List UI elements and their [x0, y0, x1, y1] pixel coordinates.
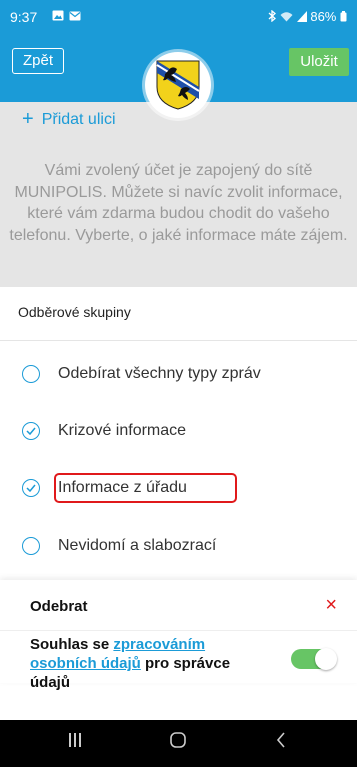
- section-title: Odběrové skupiny: [18, 304, 131, 320]
- radio-unchecked-icon[interactable]: [22, 537, 40, 555]
- coat-of-arms-icon: [156, 60, 200, 110]
- close-icon[interactable]: ×: [325, 594, 337, 617]
- navigation-bar: [0, 720, 357, 767]
- toggle-knob: [315, 648, 337, 670]
- option-all-messages[interactable]: Odebírat všechny typy zpráv: [22, 360, 261, 388]
- municipality-logo: [145, 52, 211, 118]
- divider: [0, 630, 357, 631]
- battery-percent: 86%: [310, 9, 337, 24]
- wifi-icon: [280, 12, 293, 22]
- recents-icon[interactable]: [68, 732, 82, 753]
- status-right-icons: 86%: [268, 9, 347, 24]
- bluetooth-icon: [269, 9, 277, 23]
- option-visually-impaired[interactable]: Nevidomí a slabozrací: [22, 532, 216, 560]
- back-button[interactable]: Zpět: [12, 48, 64, 74]
- save-button[interactable]: Uložit: [289, 48, 349, 76]
- add-street-label: Přidat ulici: [41, 111, 116, 128]
- home-icon[interactable]: [170, 732, 186, 753]
- option-label: Krizové informace: [58, 422, 187, 439]
- footer-panel: Odebrat × Souhlas se zpracováním osobníc…: [0, 580, 357, 691]
- add-street-link[interactable]: + Přidat ulici: [22, 108, 116, 131]
- info-text: Vámi zvolený účet je zapojený do sítě MU…: [9, 162, 348, 244]
- gallery-icon: [52, 10, 64, 21]
- option-label: Nevidomí a slabozrací: [58, 537, 217, 554]
- check-circle-icon[interactable]: [22, 479, 40, 497]
- check-circle-icon[interactable]: [22, 422, 40, 440]
- radio-unchecked-icon[interactable]: [22, 365, 40, 383]
- mail-icon: [69, 11, 81, 21]
- option-label: Odebírat všechny typy zpráv: [58, 365, 261, 382]
- signal-icon: [296, 11, 307, 22]
- status-time: 9:37: [10, 9, 38, 25]
- divider: [0, 340, 357, 341]
- consent-toggle[interactable]: [291, 648, 337, 670]
- info-panel: + Přidat ulici Vámi zvolený účet je zapoj…: [0, 102, 357, 287]
- highlight-box: [54, 473, 237, 503]
- plus-icon: +: [22, 108, 34, 130]
- consent-text: Souhlas se zpracováním osobních údajů pr…: [30, 636, 231, 691]
- status-bar: 9:37 86%: [0, 0, 357, 32]
- battery-icon: [340, 11, 347, 22]
- unsubscribe-label: Odebrat: [30, 598, 88, 615]
- back-icon[interactable]: [276, 732, 286, 753]
- option-crisis-info[interactable]: Krizové informace: [22, 417, 186, 445]
- app-header: Zpět Uložit: [0, 32, 357, 118]
- status-left-icons: [52, 9, 81, 23]
